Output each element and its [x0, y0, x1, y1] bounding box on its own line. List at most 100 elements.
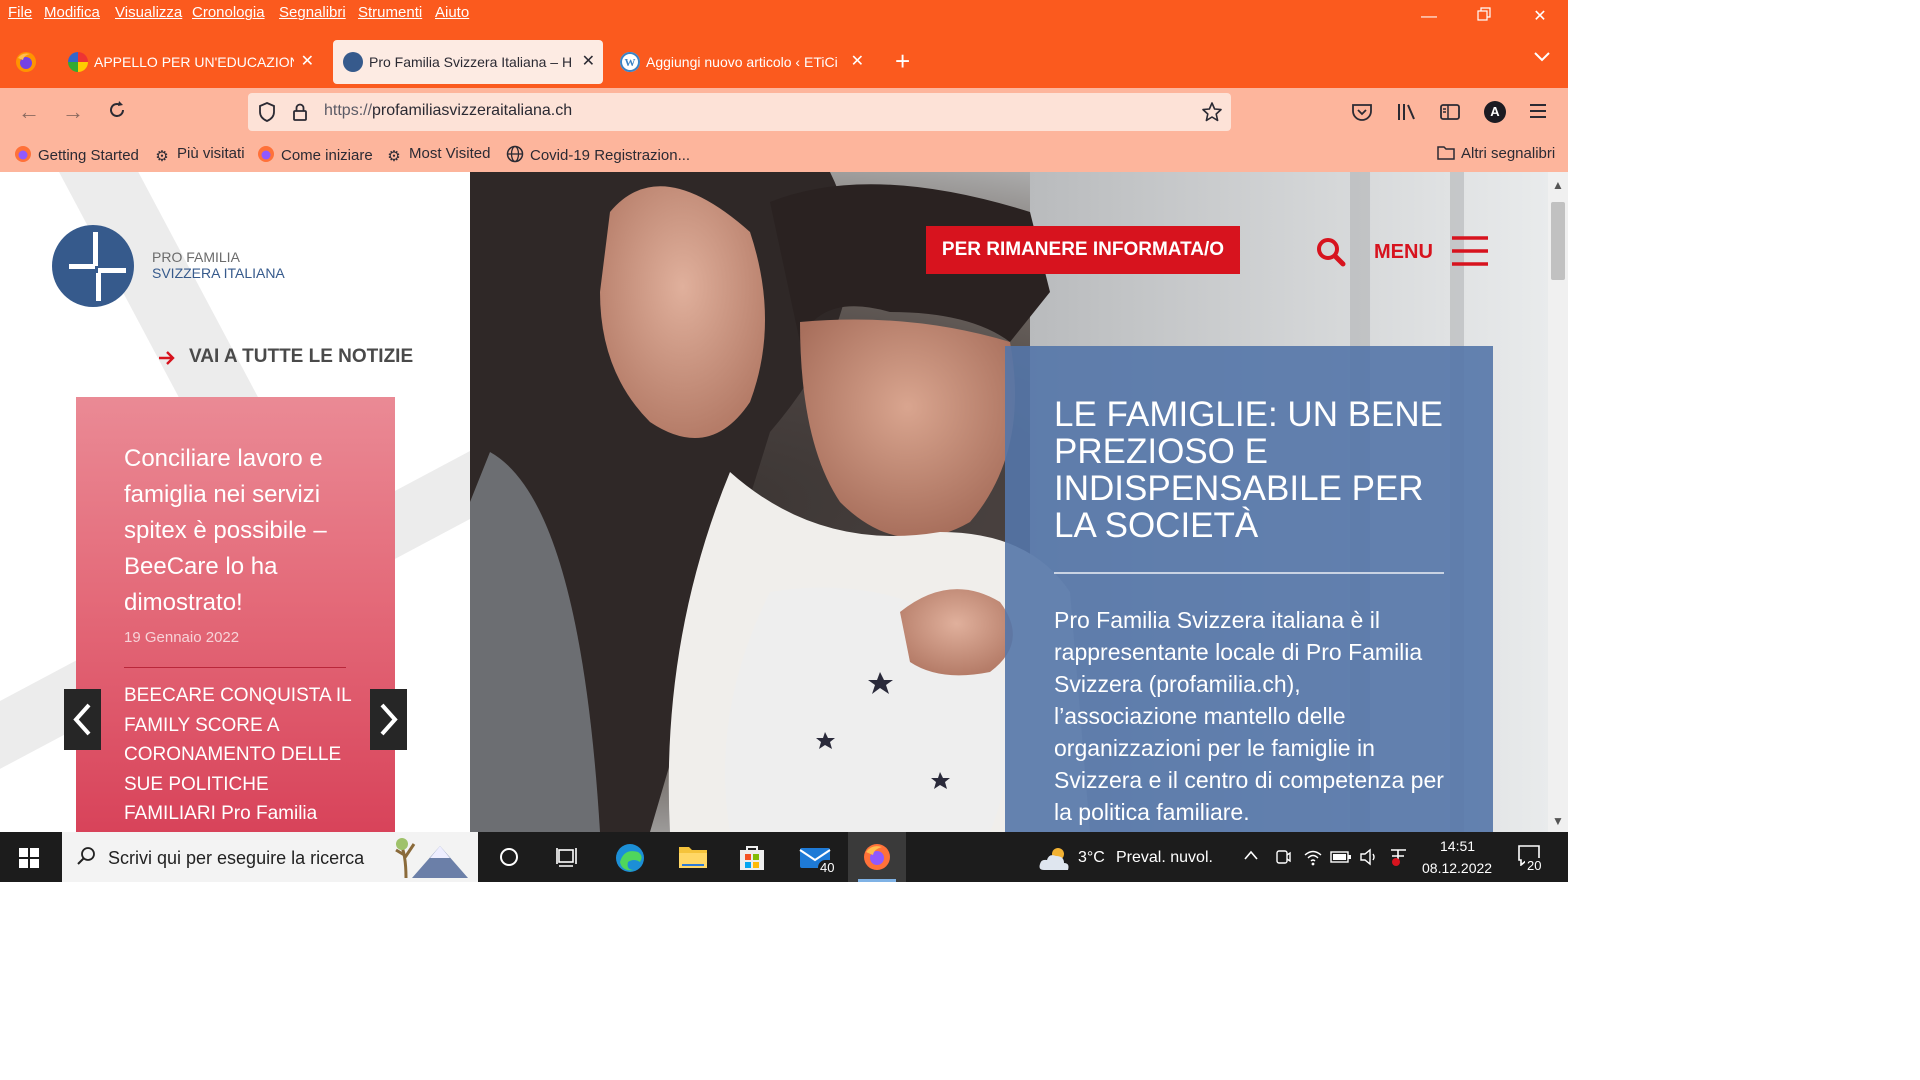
folder-icon — [1437, 145, 1455, 163]
page-scrollbar[interactable]: ▲ ▼ — [1548, 172, 1568, 832]
bookmark-label: Più visitati — [177, 145, 245, 162]
notification-center-button[interactable]: 20 — [1517, 844, 1544, 873]
active-app-indicator — [858, 879, 896, 882]
bookmark-most-visited[interactable]: ⚙ Most Visited — [385, 145, 490, 166]
bookmark-label: Most Visited — [409, 145, 491, 162]
wifi-icon[interactable] — [1303, 848, 1323, 871]
start-button[interactable] — [19, 848, 39, 873]
menu-aiuto[interactable]: Aiuto — [435, 4, 469, 21]
menu-visualizza[interactable]: Visualizza — [115, 4, 182, 21]
wordpress-icon: W — [620, 52, 640, 72]
chevron-right-icon — [380, 703, 398, 736]
pocket-icon[interactable] — [1351, 102, 1373, 127]
menu-segnalibri[interactable]: Segnalibri — [279, 4, 346, 21]
close-tab-icon[interactable]: ✕ — [582, 40, 595, 84]
chevron-down-icon — [1534, 52, 1550, 62]
intro-panel: LE FAMIGLIE: UN BENE PREZIOSO E INDISPEN… — [1005, 346, 1493, 832]
menu-label[interactable]: MENU — [1374, 241, 1433, 264]
scrollbar-thumb[interactable] — [1551, 202, 1565, 280]
tab-bar: APPELLO PER UN'EDUCAZIONE ✕ Pro Familia … — [0, 38, 1568, 88]
taskbar-firefox-button[interactable] — [848, 832, 906, 882]
close-window-button[interactable]: ✕ — [1529, 6, 1551, 28]
hamburger-menu-icon[interactable] — [1451, 236, 1489, 271]
menu-cronologia[interactable]: Cronologia — [192, 4, 265, 21]
svg-text:W: W — [625, 57, 636, 69]
firefox-icon — [257, 145, 275, 163]
menu-file[interactable]: File — [8, 4, 32, 21]
list-all-tabs-button[interactable] — [1533, 50, 1553, 70]
language-input-icon[interactable] — [1388, 846, 1410, 873]
task-view-circle-icon[interactable] — [498, 846, 520, 873]
web-page: PRO FAMILIA SVIZZERA ITALIANA VAI A TUTT… — [0, 172, 1548, 832]
all-news-label: VAI A TUTTE LE NOTIZIE — [189, 346, 414, 367]
forward-button[interactable]: → — [60, 100, 86, 126]
mail-icon[interactable]: 40 — [798, 842, 837, 877]
weather-temperature[interactable]: 3°C — [1078, 849, 1105, 867]
tab-pro-familia[interactable]: Pro Familia Svizzera Italiana – H ✕ — [333, 40, 603, 84]
tracking-protection-shield-icon[interactable] — [258, 102, 276, 127]
other-bookmarks[interactable]: Altri segnalibri — [1437, 145, 1555, 163]
arrow-right-icon — [159, 351, 175, 365]
news-title[interactable]: Conciliare lavoro e famiglia nei servizi… — [124, 441, 364, 621]
restore-icon — [1477, 7, 1491, 21]
search-icon — [76, 846, 96, 871]
news-next-title[interactable]: BEECARE CONQUISTA IL FAMILY SCORE A CORO… — [124, 681, 354, 829]
url-text[interactable]: https://profamiliasvizzeraitaliana.ch — [324, 102, 572, 120]
url-bar[interactable]: https://profamiliasvizzeraitaliana.ch — [248, 93, 1231, 131]
firefox-view-button[interactable] — [14, 50, 38, 74]
chevron-up-icon[interactable] — [1243, 848, 1259, 866]
volume-icon[interactable] — [1359, 848, 1379, 871]
logo-line-2: SVIZZERA ITALIANA — [152, 265, 285, 281]
search-icon[interactable] — [1316, 237, 1346, 272]
clock-time[interactable]: 14:51 — [1440, 838, 1475, 854]
menu-strumenti[interactable]: Strumenti — [358, 4, 422, 21]
account-avatar[interactable]: A — [1484, 101, 1506, 123]
weather-description[interactable]: Preval. nuvol. — [1116, 849, 1213, 867]
taskbar-search-box[interactable]: Scrivi qui per eseguire la ricerca — [62, 832, 478, 882]
edge-icon[interactable] — [614, 842, 646, 879]
bookmark-covid[interactable]: Covid-19 Registrazion... — [506, 145, 690, 164]
hamburger-menu-icon[interactable] — [1528, 102, 1548, 125]
weather-cloud-icon[interactable] — [1038, 844, 1072, 877]
navigation-toolbar: ← → https://profamiliasvizzeraitaliana.c… — [0, 88, 1568, 136]
firefox-icon — [16, 52, 36, 72]
news-card[interactable]: Conciliare lavoro e famiglia nei servizi… — [76, 397, 395, 832]
microsoft-store-icon[interactable] — [738, 844, 766, 877]
sidebar-toggle-icon[interactable] — [1439, 102, 1461, 127]
battery-icon[interactable] — [1330, 850, 1352, 869]
meet-now-icon[interactable] — [1274, 848, 1292, 871]
bookmark-piu-visitati[interactable]: ⚙ Più visitati — [153, 145, 245, 166]
carousel-prev-button[interactable] — [64, 689, 101, 750]
minimize-button[interactable]: — — [1418, 6, 1440, 28]
task-view-icon[interactable] — [556, 846, 580, 873]
reload-button[interactable] — [104, 100, 130, 126]
file-explorer-icon[interactable] — [678, 844, 708, 875]
carousel-next-button[interactable] — [370, 689, 407, 750]
subscribe-button[interactable]: PER RIMANERE INFORMATA/O — [926, 226, 1240, 274]
logo-line-1: PRO FAMILIA — [152, 249, 240, 265]
bookmark-label: Come iniziare — [281, 147, 373, 164]
new-tab-button[interactable]: + — [895, 48, 910, 74]
library-icon[interactable] — [1396, 102, 1418, 127]
hero-section: PER RIMANERE INFORMATA/O MENU LE FAMIGLI… — [470, 172, 1548, 832]
bookmark-label: Getting Started — [38, 147, 139, 164]
close-tab-icon[interactable]: ✕ — [851, 40, 864, 84]
reload-icon — [110, 101, 124, 117]
menu-modifica[interactable]: Modifica — [44, 4, 100, 21]
scroll-up-icon[interactable]: ▲ — [1552, 178, 1564, 192]
bookmark-getting-started[interactable]: Getting Started — [14, 145, 139, 164]
url-host: profamiliasvizzeraitaliana.ch — [372, 102, 573, 119]
lock-icon[interactable] — [292, 102, 308, 127]
tab-appello[interactable]: APPELLO PER UN'EDUCAZIONE ✕ — [58, 40, 322, 84]
back-button[interactable]: ← — [16, 100, 42, 126]
clock-date[interactable]: 08.12.2022 — [1422, 860, 1492, 876]
site-logo[interactable]: PRO FAMILIA SVIZZERA ITALIANA — [51, 224, 301, 310]
scroll-down-icon[interactable]: ▼ — [1552, 814, 1564, 828]
bookmark-star-icon[interactable] — [1201, 101, 1223, 128]
url-protocol: https:// — [324, 102, 373, 119]
restore-button[interactable] — [1473, 6, 1495, 28]
tab-wordpress[interactable]: W Aggiungi nuovo articolo ‹ ETiCi ✕ — [610, 40, 872, 84]
bookmark-come-iniziare[interactable]: Come iniziare — [257, 145, 373, 164]
tab-label: APPELLO PER UN'EDUCAZIONE — [94, 54, 294, 70]
close-tab-icon[interactable]: ✕ — [301, 40, 314, 84]
